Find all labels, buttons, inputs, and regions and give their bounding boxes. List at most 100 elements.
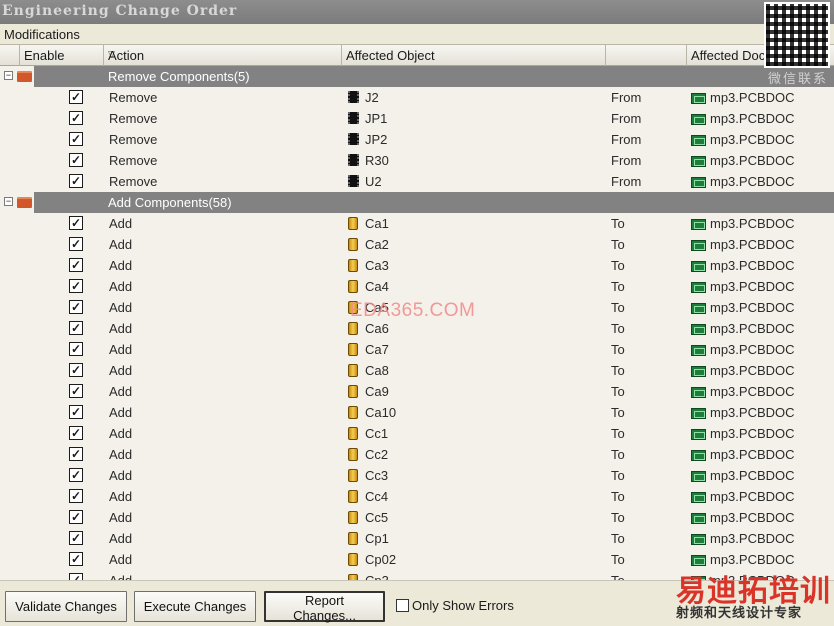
modifications-label: Modifications xyxy=(0,24,834,44)
folder-icon xyxy=(17,71,32,82)
enable-checkbox[interactable]: ✓ xyxy=(69,363,83,377)
action-cell: Add xyxy=(109,447,133,462)
affected-object-cell: Cp02 xyxy=(365,552,397,567)
column-header-direction[interactable] xyxy=(606,45,687,66)
column-header-enable[interactable]: Enable ▽ xyxy=(20,45,115,66)
table-row[interactable]: ✓ Remove U2 From mp3.PCBDOC xyxy=(0,171,834,192)
group-title: Remove Components(5) xyxy=(34,66,834,87)
enable-checkbox[interactable]: ✓ xyxy=(69,153,83,167)
affected-object-cell: Ca2 xyxy=(365,237,389,252)
table-row[interactable]: ✓ Add Cc1 To mp3.PCBDOC xyxy=(0,423,834,444)
enable-checkbox[interactable]: ✓ xyxy=(69,405,83,419)
affected-document-cell: mp3.PCBDOC xyxy=(710,510,795,525)
direction-cell: To xyxy=(611,489,625,504)
action-cell: Add xyxy=(109,531,133,546)
action-cell: Add xyxy=(109,489,133,504)
action-cell: Add xyxy=(109,573,132,580)
table-row[interactable]: ✓ Add Cp1 To mp3.PCBDOC xyxy=(0,528,834,549)
pcb-document-icon xyxy=(691,512,706,527)
validate-changes-button[interactable]: Validate Changes xyxy=(5,591,127,622)
column-header-enable-label: Enable xyxy=(24,48,65,63)
action-cell: Add xyxy=(109,363,133,378)
table-row[interactable]: ✓ Add Ca9 To mp3.PCBDOC xyxy=(0,381,834,402)
affected-document-cell: mp3.PCBDOC xyxy=(710,531,795,546)
table-row[interactable]: ✓ Add Cc3 To mp3.PCBDOC xyxy=(0,465,834,486)
enable-checkbox[interactable]: ✓ xyxy=(69,468,83,482)
action-cell: Remove xyxy=(109,111,158,126)
collapse-toggle-icon[interactable]: − xyxy=(4,71,13,80)
chip-icon xyxy=(348,133,359,148)
pcb-document-icon xyxy=(691,344,706,359)
table-row[interactable]: ✓ Add Ca7 To mp3.PCBDOC xyxy=(0,339,834,360)
table-row[interactable]: ✓ Add Cc4 To mp3.PCBDOC xyxy=(0,486,834,507)
column-header-affected-object[interactable]: Affected Object xyxy=(342,45,606,66)
table-row[interactable]: ✓ Remove R30 From mp3.PCBDOC xyxy=(0,150,834,171)
direction-cell: To xyxy=(611,426,625,441)
table-row[interactable]: ✓ Remove JP2 From mp3.PCBDOC xyxy=(0,129,834,150)
direction-cell: To xyxy=(611,342,625,357)
chip-icon xyxy=(348,91,359,106)
capacitor-icon xyxy=(348,364,358,380)
direction-cell: From xyxy=(611,90,642,105)
collapse-toggle-icon[interactable]: − xyxy=(4,197,13,206)
table-row[interactable]: ✓ Add Cc5 To mp3.PCBDOC xyxy=(0,507,834,528)
affected-document-cell: mp3.PCBDOC xyxy=(710,468,795,483)
column-header-action[interactable]: Action xyxy=(104,45,342,66)
direction-cell: From xyxy=(611,174,642,189)
enable-checkbox[interactable]: ✓ xyxy=(69,174,83,188)
action-cell: Remove xyxy=(109,132,158,147)
affected-document-cell: mp3.PCBDOC xyxy=(710,237,795,252)
capacitor-icon xyxy=(348,448,358,464)
enable-checkbox[interactable]: ✓ xyxy=(69,342,83,356)
table-row[interactable]: ✓ Add Cc2 To mp3.PCBDOC xyxy=(0,444,834,465)
enable-checkbox[interactable]: ✓ xyxy=(69,321,83,335)
enable-checkbox[interactable]: ✓ xyxy=(69,216,83,230)
enable-checkbox[interactable]: ✓ xyxy=(69,447,83,461)
qr-code-image xyxy=(764,2,830,68)
group-row[interactable]: − Remove Components(5) xyxy=(0,66,834,87)
report-changes-button[interactable]: Report Changes... xyxy=(264,591,385,623)
enable-checkbox[interactable]: ✓ xyxy=(69,552,83,566)
table-row[interactable]: ✓ Add Ca3 To mp3.PCBDOC xyxy=(0,255,834,276)
pcb-document-icon xyxy=(691,92,706,107)
direction-cell: To xyxy=(611,300,625,315)
only-show-errors-checkbox[interactable] xyxy=(396,599,409,612)
affected-document-cell: mp3.PCBDOC xyxy=(710,279,795,294)
affected-object-cell: Cc4 xyxy=(365,489,389,504)
table-row[interactable]: ✓ Add Ca2 To mp3.PCBDOC xyxy=(0,234,834,255)
window-title: Engineering Change Order xyxy=(0,0,834,24)
table-row[interactable]: ✓ Add Ca4 To mp3.PCBDOC xyxy=(0,276,834,297)
enable-checkbox[interactable]: ✓ xyxy=(69,111,83,125)
execute-changes-button[interactable]: Execute Changes xyxy=(134,591,256,622)
table-row[interactable]: ✓ Add Ca8 To mp3.PCBDOC xyxy=(0,360,834,381)
direction-cell: To xyxy=(611,237,625,252)
enable-checkbox[interactable]: ✓ xyxy=(69,300,83,314)
pcb-document-icon xyxy=(691,176,706,191)
enable-checkbox[interactable]: ✓ xyxy=(69,258,83,272)
table-row[interactable]: ✓ Add Ca1 To mp3.PCBDOC xyxy=(0,213,834,234)
affected-document-cell: mp3.PCBDOC xyxy=(710,384,795,399)
enable-checkbox[interactable]: ✓ xyxy=(69,489,83,503)
capacitor-icon xyxy=(348,511,358,527)
enable-checkbox[interactable]: ✓ xyxy=(69,510,83,524)
enable-checkbox[interactable]: ✓ xyxy=(69,573,83,580)
table-row[interactable]: ✓ Remove JP1 From mp3.PCBDOC xyxy=(0,108,834,129)
enable-checkbox[interactable]: ✓ xyxy=(69,531,83,545)
table-row[interactable]: ✓ Remove J2 From mp3.PCBDOC xyxy=(0,87,834,108)
group-row[interactable]: − Add Components(58) xyxy=(0,192,834,213)
affected-object-cell: J2 xyxy=(365,90,379,105)
enable-checkbox[interactable]: ✓ xyxy=(69,90,83,104)
enable-checkbox[interactable]: ✓ xyxy=(69,279,83,293)
enable-checkbox[interactable]: ✓ xyxy=(69,384,83,398)
enable-checkbox[interactable]: ✓ xyxy=(69,132,83,146)
capacitor-icon xyxy=(348,280,358,296)
enable-checkbox[interactable]: ✓ xyxy=(69,426,83,440)
affected-object-cell: Ca6 xyxy=(365,321,389,336)
table-row[interactable]: ✓ Add Ca10 To mp3.PCBDOC xyxy=(0,402,834,423)
direction-cell: To xyxy=(611,258,625,273)
pcb-document-icon xyxy=(691,407,706,422)
header-spacer xyxy=(0,45,20,66)
enable-checkbox[interactable]: ✓ xyxy=(69,237,83,251)
affected-object-cell: Ca10 xyxy=(365,405,397,420)
action-cell: Add xyxy=(109,216,133,231)
